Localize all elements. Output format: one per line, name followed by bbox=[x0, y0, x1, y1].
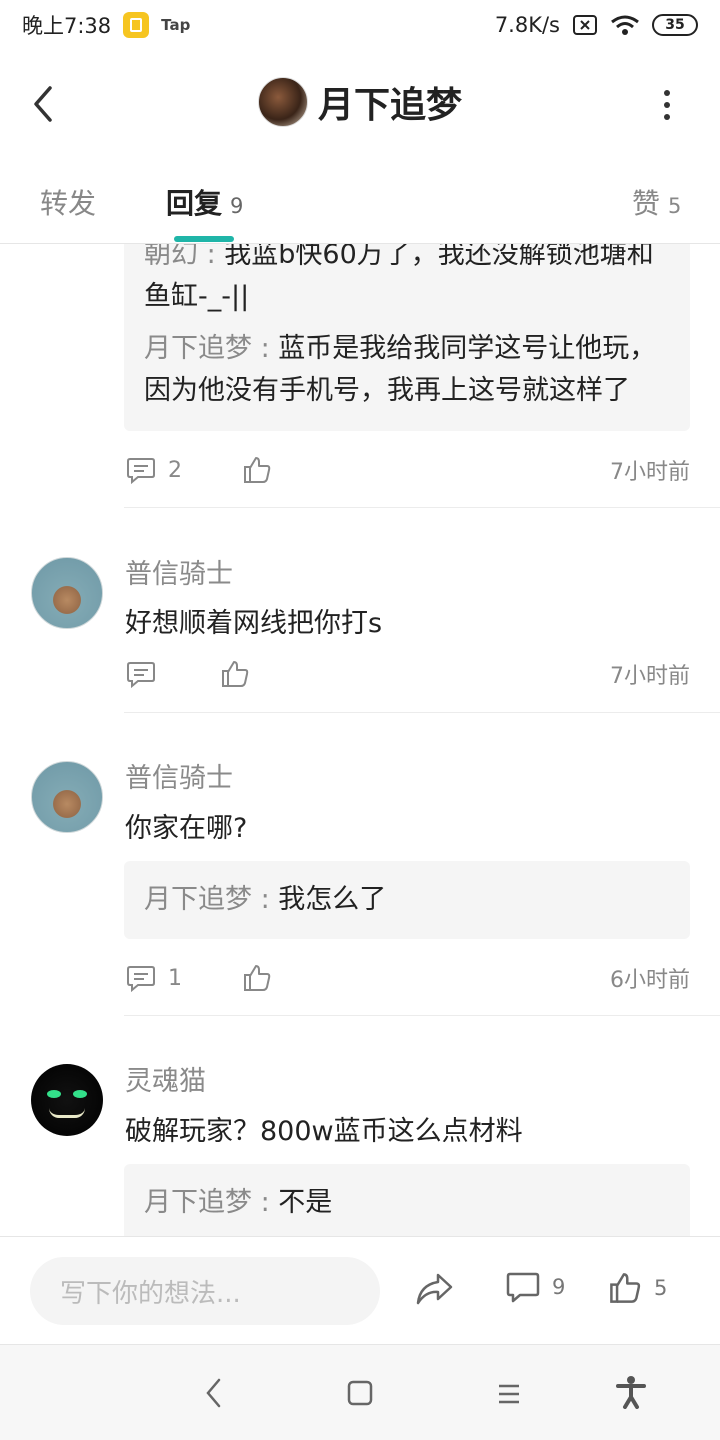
user-avatar[interactable] bbox=[31, 1064, 103, 1136]
divider bbox=[124, 712, 720, 713]
reply-text: 我怎么了 bbox=[278, 884, 387, 915]
comment-icon bbox=[127, 966, 155, 992]
reply-button[interactable]: 2 bbox=[126, 456, 182, 484]
divider bbox=[124, 507, 720, 508]
nested-reply: 月下追梦 : 我怎么了 bbox=[144, 884, 387, 915]
comment-input[interactable]: 写下你的想法... bbox=[30, 1257, 380, 1325]
nested-reply: 朝幻 : 我蓝b快60万了，我还没解锁池塘和 bbox=[144, 244, 670, 276]
comment-input-placeholder: 写下你的想法... bbox=[60, 1278, 241, 1309]
title-bar: 月下追梦 bbox=[0, 50, 720, 156]
accessibility-icon bbox=[616, 1376, 646, 1409]
comment-username[interactable]: 普信骑士 bbox=[125, 756, 233, 795]
reply-text-continued: 鱼缸-_-|| bbox=[144, 281, 250, 312]
like-icon bbox=[244, 457, 271, 483]
tab-active-indicator bbox=[174, 236, 234, 242]
tab-replies-count: 9 bbox=[230, 194, 244, 218]
reply-author[interactable]: 月下追梦 bbox=[144, 884, 252, 915]
comment-icon bbox=[127, 458, 155, 484]
like-post-button[interactable]: 5 bbox=[608, 1271, 667, 1305]
reply-box[interactable]: 朝幻 : 我蓝b快60万了，我还没解锁池塘和 鱼缸-_-|| 月下追梦 : 蓝币… bbox=[124, 244, 690, 431]
reply-text-continued: 因为他没有手机号，我再上这号就这样了 bbox=[144, 375, 630, 406]
nav-home-button[interactable] bbox=[347, 1380, 373, 1410]
sim-x-icon bbox=[573, 15, 597, 35]
status-time: 晚上7:38 bbox=[22, 14, 112, 38]
like-button[interactable] bbox=[242, 455, 272, 485]
bottom-action-bar: 写下你的想法... 9 5 bbox=[0, 1236, 720, 1344]
tab-replies-label: 回复 bbox=[166, 187, 223, 220]
user-avatar[interactable] bbox=[31, 557, 103, 629]
share-icon bbox=[416, 1273, 453, 1305]
reply-text: 不是 bbox=[278, 1187, 333, 1218]
reply-author[interactable]: 月下追梦 bbox=[144, 333, 252, 364]
reply-count: 1 bbox=[168, 965, 182, 991]
system-nav-bar bbox=[0, 1344, 720, 1440]
comment-icon bbox=[506, 1272, 540, 1303]
comment-time: 7小时前 bbox=[610, 664, 690, 689]
nav-back-icon bbox=[206, 1378, 221, 1408]
share-button[interactable] bbox=[414, 1271, 454, 1307]
tab-likes-count: 5 bbox=[668, 194, 682, 218]
comment-actions: 2 7小时前 bbox=[126, 452, 690, 488]
like-button[interactable] bbox=[220, 659, 250, 689]
comment-text: 好想顺着网线把你打s bbox=[125, 608, 383, 639]
comment-icon bbox=[127, 662, 155, 688]
reply-text: 我蓝b快60万了，我还没解锁池塘和 bbox=[224, 244, 654, 270]
comment-count: 9 bbox=[552, 1275, 566, 1299]
comment-username[interactable]: 灵魂猫 bbox=[125, 1059, 206, 1098]
reply-text: 蓝币是我给我同学这号让他玩， bbox=[278, 333, 657, 364]
reply-count: 2 bbox=[168, 457, 182, 483]
reply-author[interactable]: 朝幻 bbox=[144, 244, 198, 270]
comments-button[interactable]: 9 bbox=[506, 1271, 565, 1303]
reply-box[interactable]: 月下追梦 : 我怎么了 bbox=[124, 861, 690, 939]
tab-bar: 转发 回复 9 赞 5 bbox=[0, 156, 720, 244]
comment-actions: 1 6小时前 bbox=[126, 960, 690, 996]
tab-likes-label: 赞 bbox=[632, 187, 661, 220]
reply-box[interactable]: 月下追梦 : 不是 bbox=[124, 1164, 690, 1236]
accessibility-button[interactable] bbox=[616, 1375, 646, 1413]
nested-reply: 月下追梦 : 不是 bbox=[144, 1187, 333, 1218]
reply-author[interactable]: 月下追梦 bbox=[144, 1187, 252, 1218]
comment-time: 6小时前 bbox=[610, 968, 690, 993]
like-icon bbox=[610, 1273, 641, 1303]
tap-app-label: Tap bbox=[161, 16, 191, 34]
nav-menu-icon bbox=[499, 1384, 519, 1404]
divider bbox=[124, 1015, 720, 1016]
comment-text: 你家在哪? bbox=[125, 813, 248, 844]
network-speed: 7.8K/s bbox=[494, 13, 560, 37]
reply-button[interactable] bbox=[126, 660, 168, 688]
reply-button[interactable]: 1 bbox=[126, 964, 182, 992]
app-notification-icon bbox=[123, 12, 150, 38]
tab-repost[interactable]: 转发 bbox=[40, 182, 96, 222]
wifi-icon bbox=[611, 15, 639, 35]
tab-likes[interactable]: 赞 5 bbox=[632, 182, 681, 222]
comment-time: 7小时前 bbox=[610, 460, 690, 485]
tab-repost-label: 转发 bbox=[40, 187, 97, 220]
nav-home-icon bbox=[347, 1380, 373, 1406]
author-avatar[interactable] bbox=[257, 77, 308, 127]
nav-back-button[interactable] bbox=[204, 1377, 224, 1413]
like-count: 5 bbox=[654, 1276, 668, 1300]
tab-replies[interactable]: 回复 9 bbox=[166, 182, 243, 222]
more-button[interactable] bbox=[662, 90, 672, 120]
comment-actions: 7小时前 bbox=[126, 656, 690, 692]
page-title: 月下追梦 bbox=[317, 85, 462, 126]
nav-menu-button[interactable] bbox=[497, 1383, 521, 1409]
user-avatar[interactable] bbox=[31, 761, 103, 833]
battery-level: 35 bbox=[665, 17, 685, 33]
comment-username[interactable]: 普信骑士 bbox=[125, 552, 233, 591]
comment-text: 破解玩家？800w蓝币这么点材料 bbox=[125, 1116, 523, 1147]
like-icon bbox=[244, 965, 271, 991]
more-icon bbox=[664, 90, 670, 96]
nested-reply: 月下追梦 : 蓝币是我给我同学这号让他玩， bbox=[144, 333, 657, 364]
battery-indicator: 35 bbox=[652, 14, 698, 36]
status-bar: 晚上7:38 Tap 7.8K/s 35 bbox=[0, 0, 720, 50]
reply-list[interactable]: 朝幻 : 我蓝b快60万了，我还没解锁池塘和 鱼缸-_-|| 月下追梦 : 蓝币… bbox=[0, 244, 720, 1236]
like-icon bbox=[222, 661, 249, 687]
like-button[interactable] bbox=[242, 963, 272, 993]
title-center[interactable]: 月下追梦 bbox=[0, 76, 720, 128]
